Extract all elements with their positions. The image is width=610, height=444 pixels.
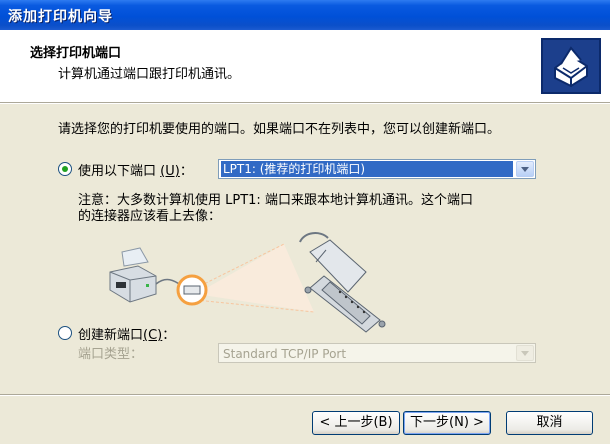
create-port-colon: ：	[162, 328, 176, 343]
chevron-down-icon[interactable]	[516, 345, 534, 361]
port-select-value: LPT1: (推荐的打印机端口)	[221, 161, 513, 177]
printer-icon	[109, 247, 157, 303]
create-port-label-text: 创建新端口	[78, 328, 144, 343]
port-type-select[interactable]: Standard TCP/IP Port	[218, 343, 536, 363]
back-button[interactable]: < 上一步(B)	[312, 411, 400, 435]
header-divider	[0, 102, 610, 104]
printer-wizard-icon	[541, 38, 601, 94]
note-line-1: 注意：大多数计算机使用 LPT1: 端口来跟本地计算机通讯。这个端口	[78, 193, 473, 208]
note-line-2: 的连接器应该看上去像：	[78, 209, 222, 224]
db25-connector-icon	[299, 232, 386, 333]
next-button[interactable]: 下一步(N) >	[403, 411, 491, 435]
add-printer-wizard-window: 添加打印机向导 选择打印机端口 计算机通过端口跟打印机通讯。 请选择您的打印机要…	[0, 0, 610, 444]
port-note: 注意：大多数计算机使用 LPT1: 端口来跟本地计算机通讯。这个端口 的连接器应…	[78, 193, 538, 225]
use-port-colon: ：	[179, 164, 193, 179]
create-port-shortcut: (C)	[143, 328, 163, 343]
cancel-button[interactable]: 取消	[506, 411, 593, 435]
header-title: 选择打印机端口	[30, 46, 122, 61]
use-port-label-text: 使用以下端口	[78, 164, 157, 179]
create-port-radio[interactable]	[58, 326, 72, 340]
instruction-text: 请选择您的打印机要使用的端口。如果端口不在列表中，您可以创建新端口。	[58, 122, 501, 137]
port-type-label: 端口类型：	[78, 347, 144, 362]
port-select[interactable]: LPT1: (推荐的打印机端口)	[218, 159, 536, 179]
window-title: 添加打印机向导	[8, 9, 113, 25]
use-port-shortcut: (U)	[160, 164, 180, 179]
header-subtitle: 计算机通过端口跟打印机通讯。	[58, 67, 241, 82]
use-port-radio[interactable]	[58, 162, 72, 176]
port-type-select-value: Standard TCP/IP Port	[223, 347, 347, 361]
title-bar[interactable]: 添加打印机向导	[0, 0, 610, 30]
wizard-header: 选择打印机端口 计算机通过端口跟打印机通讯。	[0, 30, 610, 102]
create-port-label[interactable]: 创建新端口(C)：	[78, 324, 175, 343]
use-port-label[interactable]: 使用以下端口 (U)：	[78, 160, 193, 179]
footer-divider	[0, 394, 610, 396]
chevron-down-icon[interactable]	[516, 161, 534, 177]
